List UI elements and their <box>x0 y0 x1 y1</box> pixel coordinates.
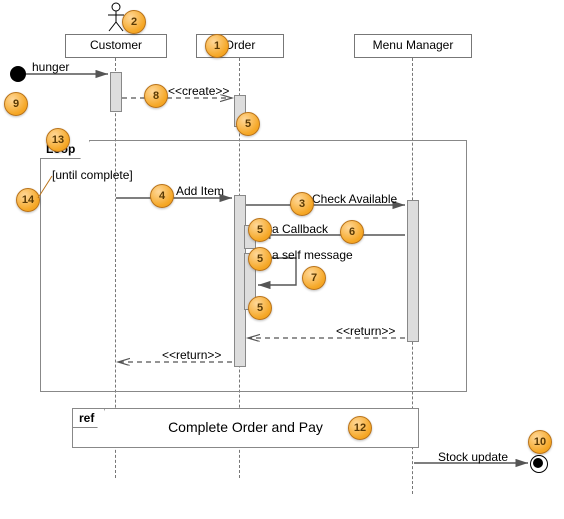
msg-return-1: <<return>> <box>336 324 395 338</box>
callout-1: 1 <box>205 34 229 58</box>
loop-guard: [until complete] <box>52 168 133 182</box>
msg-return-2: <<return>> <box>162 348 221 362</box>
msg-create: <<create>> <box>168 84 229 98</box>
callout-5b: 5 <box>248 218 272 242</box>
sequence-diagram: Customer Order Menu Manager Loop [until … <box>0 0 564 519</box>
callout-9: 9 <box>4 92 28 116</box>
msg-hunger: hunger <box>32 60 69 74</box>
exec-customer-1 <box>110 72 122 112</box>
lifeline-head-customer: Customer <box>65 34 167 58</box>
callout-2: 2 <box>122 10 146 34</box>
callout-14: 14 <box>16 188 40 212</box>
callout-3: 3 <box>290 192 314 216</box>
msg-stock-update: Stock update <box>438 450 508 464</box>
lifeline-label: Customer <box>90 38 142 52</box>
callout-8: 8 <box>144 84 168 108</box>
msg-self: a self message <box>272 248 353 262</box>
msg-add-item: Add Item <box>176 184 224 198</box>
end-endpoint <box>530 455 548 473</box>
callout-10: 10 <box>528 430 552 454</box>
callout-5d: 5 <box>248 296 272 320</box>
msg-callback: a Callback <box>272 222 328 236</box>
msg-check-available: Check Available <box>312 192 397 206</box>
callout-7: 7 <box>302 266 326 290</box>
lifeline-label: Order <box>225 38 256 52</box>
lifeline-label: Menu Manager <box>373 38 454 52</box>
callout-5c: 5 <box>248 247 272 271</box>
callout-5a: 5 <box>236 112 260 136</box>
callout-13: 13 <box>46 128 70 152</box>
callout-12: 12 <box>348 416 372 440</box>
callout-6: 6 <box>340 220 364 244</box>
start-endpoint <box>10 66 26 82</box>
lifeline-head-menu: Menu Manager <box>354 34 472 58</box>
callout-4: 4 <box>150 184 174 208</box>
